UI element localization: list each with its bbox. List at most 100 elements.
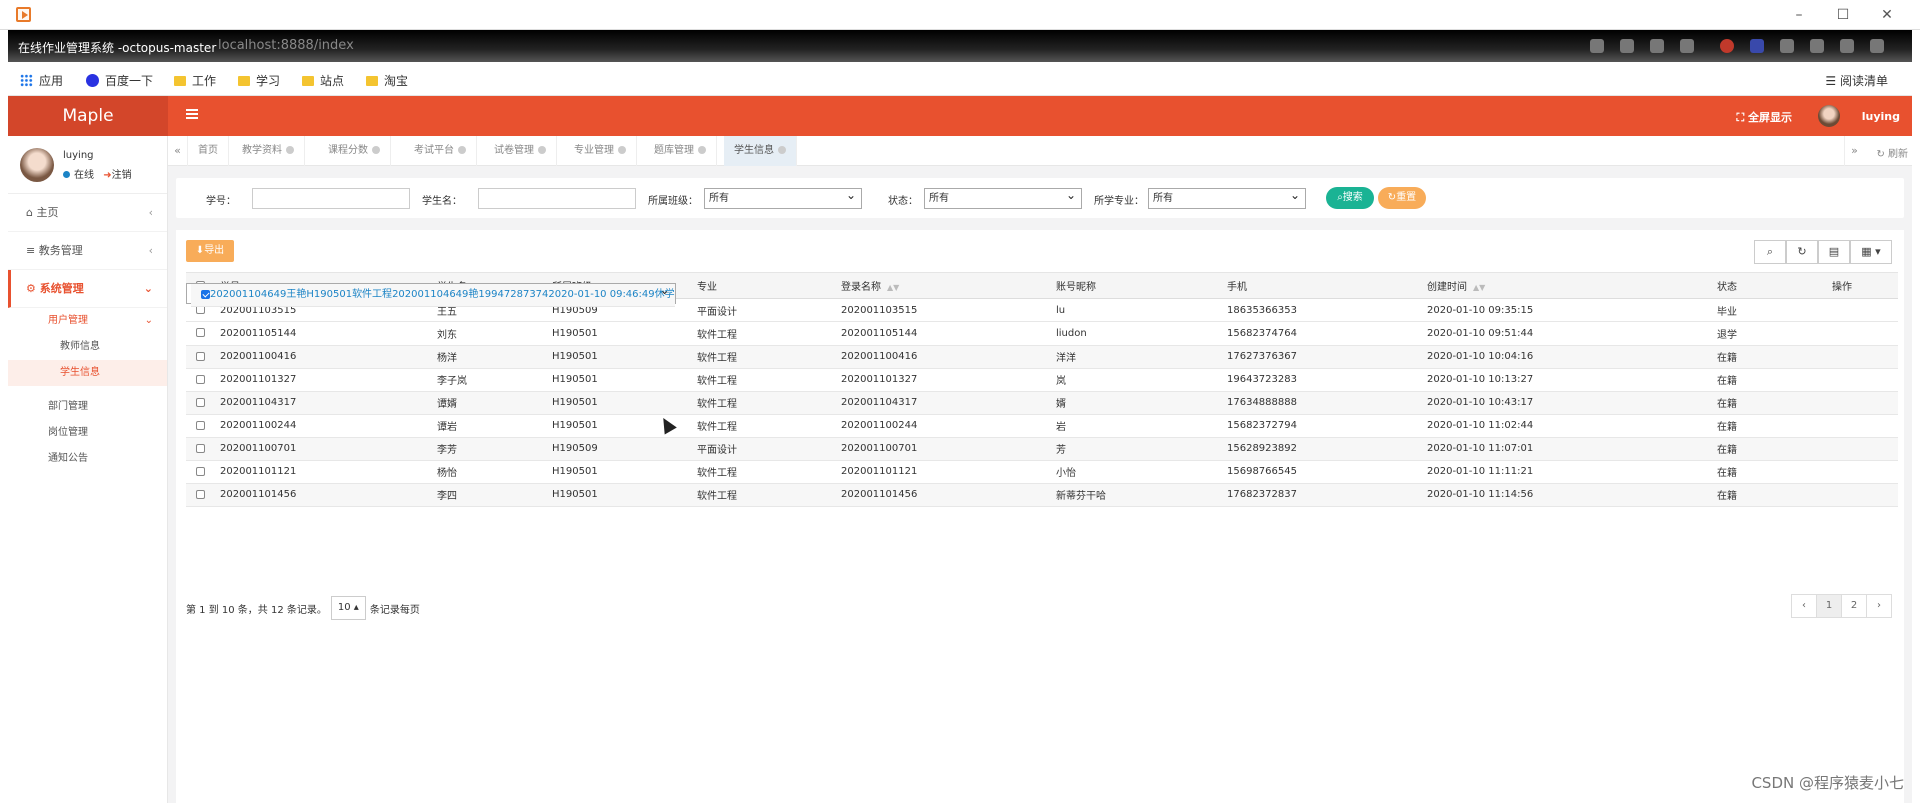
- table-row[interactable]: 202001101327 李子岚 H190501 软件工程 202001101327 岚 1…: [186, 368, 1898, 392]
- app-header: ⛶ 全屏显示 luying: [168, 96, 1912, 136]
- row-checkbox[interactable]: [196, 374, 205, 384]
- columns-button[interactable]: ▦ ▾: [1850, 240, 1892, 264]
- header-username[interactable]: luying: [1862, 110, 1900, 123]
- close-icon[interactable]: [458, 146, 466, 154]
- tab-questions[interactable]: 题库管理: [644, 136, 717, 166]
- bookmark-study[interactable]: 学习: [238, 72, 280, 89]
- page-next[interactable]: ›: [1866, 594, 1892, 618]
- extension-icon[interactable]: [1780, 39, 1794, 53]
- table-cell: 休学: [654, 283, 675, 307]
- row-checkbox[interactable]: [201, 289, 210, 299]
- sidebar-item-academic[interactable]: ≡ 教务管理 ‹: [8, 232, 167, 270]
- table-refresh-button[interactable]: ↻: [1786, 240, 1818, 264]
- tab-papers[interactable]: 试卷管理: [484, 136, 557, 166]
- tabs-scroll-right-icon[interactable]: »: [1844, 136, 1864, 166]
- table-row[interactable]: 202001100244 谭岩 H190501 软件工程 202001100244 岩 15…: [186, 414, 1898, 438]
- table-toggle-view-button[interactable]: ▤: [1818, 240, 1850, 264]
- extension-icon[interactable]: [1750, 39, 1764, 53]
- puzzle-icon[interactable]: [1810, 39, 1824, 53]
- reset-button[interactable]: ↻重置: [1378, 187, 1426, 209]
- col-created[interactable]: 创建时间 ▲▼: [1427, 272, 1717, 299]
- close-icon[interactable]: [618, 146, 626, 154]
- logout-link[interactable]: 注销: [112, 170, 132, 181]
- page-size-select[interactable]: 10 ▴: [330, 596, 366, 620]
- row-checkbox[interactable]: [196, 420, 205, 430]
- row-checkbox[interactable]: [196, 397, 205, 407]
- menu-icon[interactable]: [1870, 39, 1884, 53]
- page-prev[interactable]: ‹: [1791, 594, 1817, 618]
- bookmark-taobao[interactable]: 淘宝: [366, 72, 408, 89]
- profile-icon[interactable]: [1840, 39, 1854, 53]
- sidebar-item-student-info[interactable]: 学生信息: [8, 360, 167, 386]
- col-status[interactable]: 状态: [1717, 272, 1832, 299]
- tab-majors[interactable]: 专业管理: [564, 136, 637, 166]
- row-checkbox[interactable]: [196, 489, 205, 499]
- share-icon[interactable]: [1650, 39, 1664, 53]
- tab-exam[interactable]: 考试平台: [404, 136, 477, 166]
- close-icon[interactable]: [286, 146, 294, 154]
- student-no-input[interactable]: [252, 188, 410, 209]
- table-row[interactable]: 202001104317 谭婿 H190501 软件工程 202001104317 婿 17…: [186, 391, 1898, 415]
- table-cell: lu: [1056, 298, 1227, 322]
- minimize-icon[interactable]: –: [1790, 6, 1808, 24]
- close-icon[interactable]: ✕: [1878, 6, 1896, 24]
- close-icon[interactable]: [538, 146, 546, 154]
- col-nickname[interactable]: 账号昵称: [1056, 272, 1227, 299]
- col-phone[interactable]: 手机: [1227, 272, 1427, 299]
- avatar[interactable]: [1818, 105, 1840, 127]
- table-row[interactable]: 202001105144 刘东 H190501 软件工程 202001105144 liu…: [186, 322, 1898, 346]
- tabs-scroll-left-icon[interactable]: «: [168, 136, 188, 166]
- bookmark-apps[interactable]: 应用: [20, 72, 63, 89]
- sidebar-item-dept[interactable]: 部门管理: [8, 394, 167, 420]
- label-major: 所学专业：: [1094, 196, 1144, 207]
- table-row[interactable]: 202001101121 杨怡 H190501 软件工程 202001101121 小怡 1…: [186, 460, 1898, 484]
- table-cell: 李四: [437, 483, 552, 507]
- major-select[interactable]: 所有: [1148, 186, 1306, 209]
- table-row[interactable]: 202001104649 王艳 H190501 软件工程 202001104649 艳 19…: [186, 281, 676, 307]
- page-1[interactable]: 1: [1816, 594, 1842, 618]
- col-login-name[interactable]: 登录名称 ▲▼: [841, 272, 1056, 299]
- row-checkbox[interactable]: [196, 351, 205, 361]
- address-bar[interactable]: localhost:8888/index: [218, 38, 354, 53]
- bookmark-sites[interactable]: 站点: [302, 72, 344, 89]
- sidebar-item-notice[interactable]: 通知公告: [8, 446, 167, 472]
- class-select[interactable]: 所有: [704, 186, 862, 209]
- key-icon[interactable]: [1590, 39, 1604, 53]
- refresh-button[interactable]: ↻ 刷新: [1876, 145, 1908, 160]
- row-checkbox[interactable]: [196, 443, 205, 453]
- tab-home[interactable]: 首页: [188, 136, 229, 166]
- tab-scores[interactable]: 课程分数: [318, 136, 391, 166]
- hamburger-icon[interactable]: [186, 109, 198, 119]
- export-button[interactable]: ⬇导出: [186, 240, 234, 262]
- close-icon[interactable]: [698, 146, 706, 154]
- tab-teaching[interactable]: 教学资料: [232, 136, 305, 166]
- fullscreen-button[interactable]: ⛶ 全屏显示: [1736, 109, 1792, 125]
- page-2[interactable]: 2: [1841, 594, 1867, 618]
- zoom-icon[interactable]: [1620, 39, 1634, 53]
- bookmark-work[interactable]: 工作: [174, 72, 216, 89]
- bookmark-baidu[interactable]: 百度一下: [86, 72, 153, 89]
- star-icon[interactable]: [1680, 39, 1694, 53]
- sidebar-item-teacher-info[interactable]: 教师信息: [8, 334, 167, 360]
- close-icon[interactable]: [372, 146, 380, 154]
- student-name-input[interactable]: [478, 188, 636, 209]
- sidebar-item-home[interactable]: ⌂ 主页 ‹: [8, 194, 167, 232]
- row-checkbox[interactable]: [196, 466, 205, 476]
- row-checkbox[interactable]: [196, 328, 205, 338]
- table-row[interactable]: 202001100701 李芳 H190509 平面设计 202001100701 芳 15…: [186, 437, 1898, 461]
- reading-list[interactable]: ☰ 阅读清单: [1825, 72, 1888, 89]
- status-select[interactable]: 所有: [924, 186, 1082, 209]
- sidebar-item-post[interactable]: 岗位管理: [8, 420, 167, 446]
- maximize-icon[interactable]: ☐: [1834, 6, 1852, 24]
- table-row[interactable]: 202001101456 李四 H190501 软件工程 202001101456 新蒂芬…: [186, 483, 1898, 507]
- sidebar-item-user-mgmt[interactable]: 用户管理 ⌄: [8, 308, 167, 334]
- sidebar-item-system[interactable]: ⚙ 系统管理 ⌄: [8, 270, 167, 308]
- close-icon[interactable]: [778, 146, 786, 154]
- table-search-button[interactable]: ⌕: [1754, 240, 1786, 264]
- table-row[interactable]: 202001100416 杨洋 H190501 软件工程 202001100416 洋洋 1…: [186, 345, 1898, 369]
- app-logo[interactable]: Maple: [8, 96, 168, 136]
- col-major[interactable]: 专业: [697, 272, 841, 299]
- tab-student-info[interactable]: 学生信息: [724, 136, 797, 166]
- extension-icon[interactable]: [1720, 39, 1734, 53]
- search-button[interactable]: ⌕搜索: [1326, 187, 1374, 209]
